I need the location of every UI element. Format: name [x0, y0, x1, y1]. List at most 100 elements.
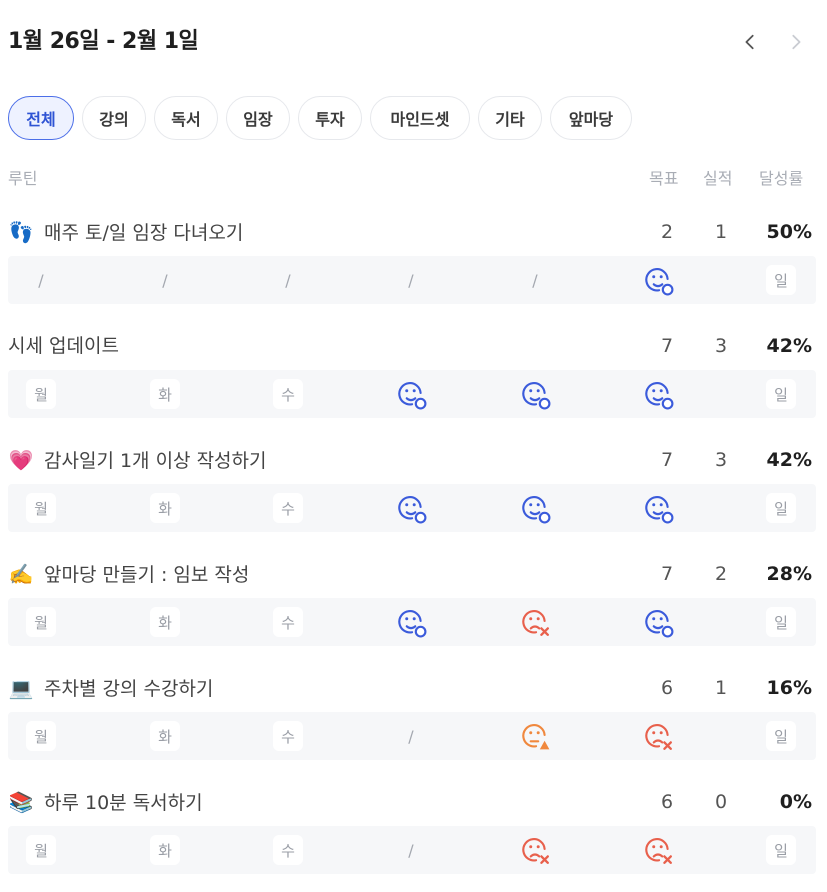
sad-x-icon — [519, 606, 551, 638]
day-label: 월 — [26, 493, 56, 523]
day-cell[interactable]: 수 — [268, 826, 308, 874]
day-cell[interactable]: 월 — [21, 370, 61, 418]
prev-week-button[interactable] — [735, 24, 765, 60]
day-cell[interactable] — [515, 598, 555, 646]
day-cell[interactable]: 월 — [21, 484, 61, 532]
day-cell[interactable] — [638, 370, 678, 418]
day-cell[interactable]: 화 — [145, 712, 185, 760]
routine-row[interactable]: 👣 매주 토/일 임장 다녀오기 2 1 50% / / / / / 일 — [8, 212, 816, 304]
day-cell[interactable] — [391, 370, 431, 418]
day-cell[interactable]: / — [391, 826, 431, 874]
routine-row[interactable]: 시세 업데이트 7 3 42% 월 화 수 일 — [8, 326, 816, 418]
day-cell[interactable] — [515, 712, 555, 760]
next-week-button[interactable] — [781, 24, 811, 60]
sad-x-icon — [519, 834, 551, 866]
category-chip[interactable]: 독서 — [154, 96, 218, 140]
routine-header: 💗 감사일기 1개 이상 작성하기 7 3 42% — [8, 440, 816, 480]
day-cell[interactable]: 화 — [145, 484, 185, 532]
routine-header: 💻 주차별 강의 수강하기 6 1 16% — [8, 668, 816, 708]
category-chip[interactable]: 마인드셋 — [370, 96, 470, 140]
day-cell[interactable]: 일 — [761, 598, 801, 646]
day-cell[interactable] — [515, 370, 555, 418]
category-chip[interactable]: 투자 — [298, 96, 362, 140]
day-cell[interactable] — [391, 484, 431, 532]
day-label: 수 — [273, 379, 303, 409]
day-cell[interactable] — [638, 826, 678, 874]
smile-check-icon — [642, 492, 674, 524]
day-cell[interactable]: / — [515, 256, 555, 304]
smile-check-icon — [395, 492, 427, 524]
routine-header: 📚 하루 10분 독서하기 6 0 0% — [8, 782, 816, 822]
day-label: 수 — [273, 721, 303, 751]
day-cell[interactable] — [638, 712, 678, 760]
routine-rate: 28% — [766, 563, 812, 585]
routine-row[interactable]: ✍️ 앞마당 만들기 : 임보 작성 7 2 28% 월 화 수 일 — [8, 554, 816, 646]
day-cell[interactable]: 일 — [761, 256, 801, 304]
column-header: 루틴 목표 실적 달성률 — [8, 166, 827, 192]
day-label: 수 — [273, 493, 303, 523]
day-cell[interactable] — [638, 256, 678, 304]
routine-emoji-icon: ✍️ — [8, 562, 34, 586]
day-cell[interactable]: 월 — [21, 598, 61, 646]
routine-emoji-icon: 👣 — [8, 220, 34, 244]
day-cell[interactable]: 일 — [761, 712, 801, 760]
chevron-right-icon — [792, 34, 801, 50]
week-header: 1월 26일 - 2월 1일 — [8, 24, 827, 60]
day-cell[interactable]: 일 — [761, 826, 801, 874]
routine-header: 👣 매주 토/일 임장 다녀오기 2 1 50% — [8, 212, 816, 252]
day-cell[interactable]: 수 — [268, 370, 308, 418]
category-chip[interactable]: 앞마당 — [550, 96, 632, 140]
day-cell[interactable]: 화 — [145, 598, 185, 646]
routine-week-tracker: 월 화 수 / 일 — [8, 712, 816, 760]
day-cell[interactable]: 월 — [21, 826, 61, 874]
routine-row[interactable]: 💗 감사일기 1개 이상 작성하기 7 3 42% 월 화 수 일 — [8, 440, 816, 532]
day-label: 월 — [26, 835, 56, 865]
smile-check-icon — [642, 264, 674, 296]
day-label: 일 — [766, 379, 796, 409]
category-chip[interactable]: 전체 — [8, 96, 74, 140]
day-cell[interactable]: / — [21, 256, 61, 304]
routine-goal: 2 — [660, 221, 674, 243]
day-not-applicable: / — [408, 726, 414, 746]
chevron-left-icon — [745, 34, 754, 50]
day-cell[interactable]: 화 — [145, 826, 185, 874]
routine-rate: 42% — [766, 449, 812, 471]
category-chip[interactable]: 강의 — [82, 96, 146, 140]
day-cell[interactable]: / — [391, 256, 431, 304]
day-cell[interactable]: 화 — [145, 370, 185, 418]
day-cell[interactable]: 일 — [761, 370, 801, 418]
day-cell[interactable]: 월 — [21, 712, 61, 760]
day-cell[interactable]: / — [145, 256, 185, 304]
day-not-applicable: / — [408, 840, 414, 860]
day-cell[interactable] — [638, 484, 678, 532]
routine-row[interactable]: 📚 하루 10분 독서하기 6 0 0% 월 화 수 / 일 — [8, 782, 816, 874]
category-chip[interactable]: 기타 — [478, 96, 542, 140]
day-cell[interactable]: 일 — [761, 484, 801, 532]
day-cell[interactable]: / — [391, 712, 431, 760]
day-cell[interactable] — [515, 826, 555, 874]
sad-x-icon — [642, 834, 674, 866]
routine-actual: 3 — [714, 335, 728, 357]
day-cell[interactable] — [638, 598, 678, 646]
routine-rate: 50% — [766, 221, 812, 243]
day-cell[interactable] — [515, 484, 555, 532]
category-filter: 전체 강의 독서 임장 투자 마인드셋 기타 앞마당 — [8, 96, 632, 140]
day-cell[interactable]: 수 — [268, 484, 308, 532]
day-label: 월 — [26, 721, 56, 751]
day-not-applicable: / — [408, 270, 414, 290]
smile-check-icon — [395, 378, 427, 410]
day-cell[interactable]: 수 — [268, 598, 308, 646]
day-label: 수 — [273, 607, 303, 637]
day-cell[interactable]: / — [268, 256, 308, 304]
day-label: 일 — [766, 265, 796, 295]
routine-actual: 2 — [714, 563, 728, 585]
routine-rate: 0% — [779, 791, 812, 813]
routine-row[interactable]: 💻 주차별 강의 수강하기 6 1 16% 월 화 수 / 일 — [8, 668, 816, 760]
day-cell[interactable]: 수 — [268, 712, 308, 760]
routine-emoji-icon: 💗 — [8, 448, 34, 472]
routine-goal: 7 — [660, 449, 674, 471]
routine-actual: 0 — [714, 791, 728, 813]
routine-actual: 3 — [714, 449, 728, 471]
category-chip[interactable]: 임장 — [226, 96, 290, 140]
day-cell[interactable] — [391, 598, 431, 646]
